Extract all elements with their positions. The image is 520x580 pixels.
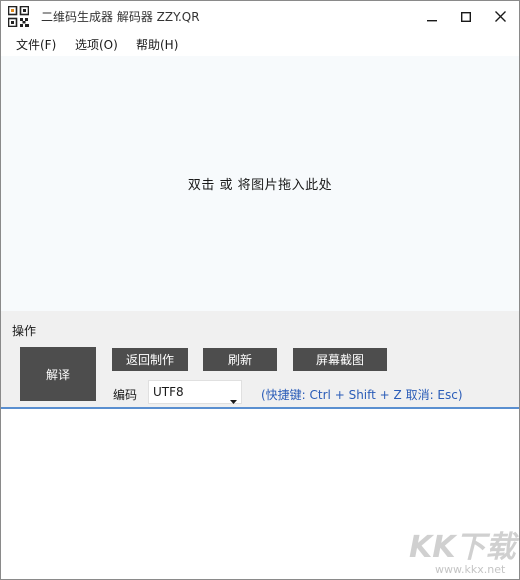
watermark-url: www.kkx.net [435,563,506,576]
menu-file[interactable]: 文件(F) [16,36,56,53]
close-button[interactable] [483,1,517,32]
operations-label: 操作 [12,324,37,338]
watermark-text: KK下载 [409,530,516,565]
back-button-label: 返回制作 [125,353,174,367]
app-window: 二维码生成器 解码器 ZZY.QR 文件(F) 选项(O) 帮助(H) 双击 或… [0,0,520,580]
window-title: 二维码生成器 解码器 ZZY.QR [41,10,200,24]
back-to-create-button[interactable]: 返回制作 [112,348,188,371]
drop-hint: 双击 或 将图片拖入此处 [187,178,333,193]
image-drop-area[interactable]: 双击 或 将图片拖入此处 [1,56,519,311]
shortcut-hint: (快捷键: Ctrl + Shift + Z 取消: Esc) [261,388,463,402]
menu-options[interactable]: 选项(O) [75,36,118,53]
refresh-button[interactable]: 刷新 [203,348,277,371]
operations-panel: 操作 解译 返回制作 刷新 屏幕截图 编码 UTF8 (快捷键: Ctrl + … [1,311,519,407]
encoding-select[interactable]: UTF8 [148,380,242,404]
maximize-icon [461,11,471,22]
refresh-button-label: 刷新 [227,353,252,367]
menu-help[interactable]: 帮助(H) [136,36,178,53]
menu-bar: 文件(F) 选项(O) 帮助(H) [1,32,519,56]
qr-code-icon [7,5,30,28]
close-icon [494,11,506,22]
screenshot-button[interactable]: 屏幕截图 [293,348,387,371]
encoding-label: 编码 [113,388,138,402]
title-bar[interactable]: 二维码生成器 解码器 ZZY.QR [1,1,519,32]
screenshot-button-label: 屏幕截图 [315,353,364,367]
minimize-icon [427,12,437,22]
minimize-button[interactable] [415,1,449,32]
decode-button[interactable]: 解译 [20,347,96,401]
watermark-logo: KK下载 www.kkx.net [401,516,519,576]
maximize-button[interactable] [449,1,483,32]
encoding-value: UTF8 [153,385,184,399]
decode-button-label: 解译 [45,367,70,382]
